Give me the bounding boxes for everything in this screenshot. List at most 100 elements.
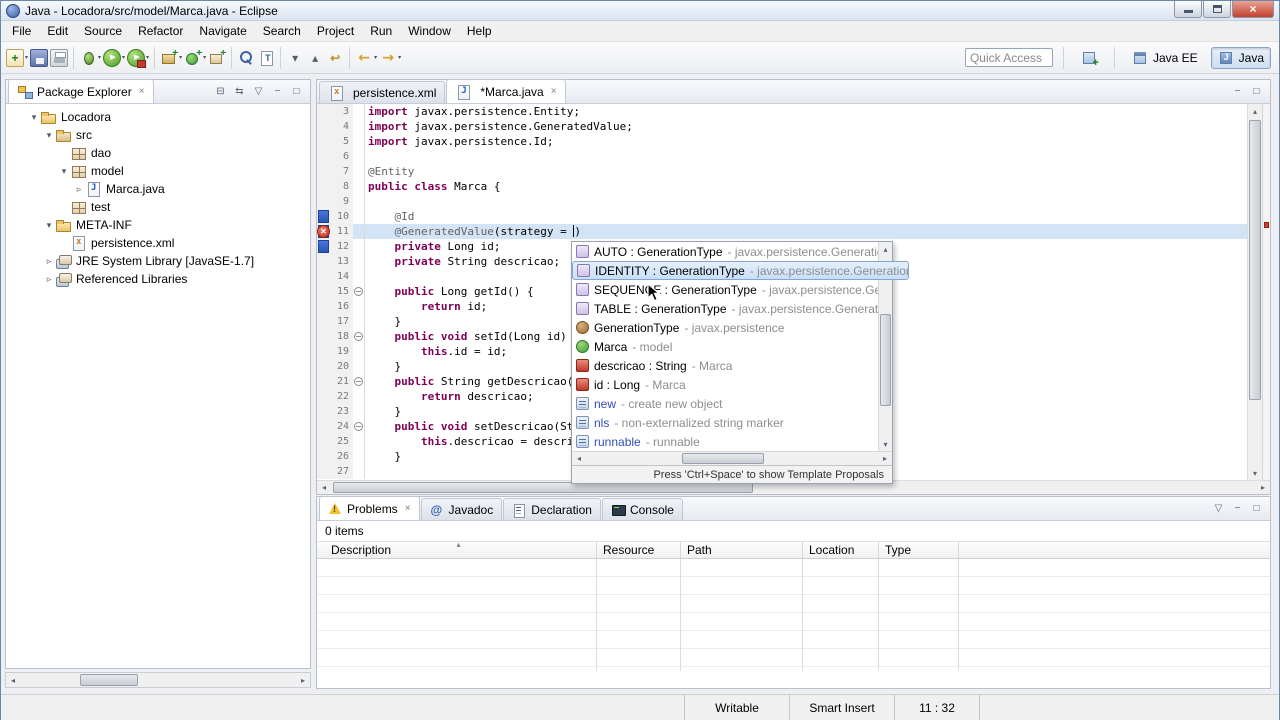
scroll-thumb[interactable]: [682, 453, 764, 464]
menu-navigate[interactable]: Navigate: [191, 22, 254, 40]
fold-collapse-icon[interactable]: [354, 332, 363, 341]
code-text[interactable]: public class Marca {: [365, 179, 1247, 194]
close-button[interactable]: ×: [1232, 1, 1274, 18]
assist-item-auto-generationtype[interactable]: AUTO : GenerationType - javax.persistenc…: [572, 242, 892, 261]
problems-table-body[interactable]: [317, 559, 1270, 671]
scroll-left-icon[interactable]: ◂: [317, 481, 331, 494]
quick-access-input[interactable]: [964, 48, 1053, 67]
title-bar[interactable]: Java - Locadora/src/model/Marca.java - E…: [1, 1, 1279, 21]
assist-item-generationtype[interactable]: GenerationType - javax.persistence: [572, 318, 892, 337]
open-perspective-button[interactable]: [1074, 47, 1104, 69]
forward-icon[interactable]: ▾: [378, 48, 402, 68]
tree-item-meta-inf[interactable]: ▾ META-INF: [6, 216, 310, 234]
menu-source[interactable]: Source: [76, 22, 130, 40]
run-icon[interactable]: ▾: [102, 48, 126, 68]
code-line-7[interactable]: 7 @Entity: [317, 164, 1247, 179]
code-line-5[interactable]: 5 import javax.persistence.Id;: [317, 134, 1247, 149]
maximize-button[interactable]: [1203, 1, 1231, 18]
column-header-type[interactable]: Type: [879, 542, 959, 558]
perspective-java-ee-button[interactable]: Java EE: [1125, 47, 1205, 69]
search-icon[interactable]: [236, 48, 256, 68]
tree-item-model[interactable]: ▾ model: [6, 162, 310, 180]
column-header-path[interactable]: Path: [681, 542, 803, 558]
tree-item-test[interactable]: test: [6, 198, 310, 216]
menu-search[interactable]: Search: [255, 22, 309, 40]
scroll-thumb[interactable]: [80, 674, 138, 686]
expand-arrow-icon[interactable]: ▹: [73, 184, 85, 195]
code-text[interactable]: [365, 194, 1247, 209]
error-overview-mark[interactable]: [1264, 222, 1269, 228]
code-text[interactable]: @GeneratedValue(strategy = ): [365, 224, 1247, 239]
scroll-right-icon[interactable]: ▸: [296, 673, 310, 687]
fold-collapse-icon[interactable]: [354, 287, 363, 296]
close-view-icon[interactable]: ×: [139, 86, 145, 97]
scroll-left-icon[interactable]: ◂: [6, 673, 20, 687]
new-java-class-icon[interactable]: ▾: [183, 48, 207, 68]
editor-tab-marca-java[interactable]: *Marca.java ×: [446, 79, 566, 103]
dropdown-arrow-icon[interactable]: ▾: [203, 54, 206, 61]
scroll-track[interactable]: [1248, 118, 1262, 466]
tab-declaration[interactable]: Declaration: [503, 498, 601, 520]
collapse-all-icon[interactable]: ⊟: [212, 84, 229, 99]
maximize-icon[interactable]: □: [1248, 84, 1265, 99]
tree-item-src[interactable]: ▾ src: [6, 126, 310, 144]
view-menu-icon[interactable]: ▽: [250, 84, 267, 99]
assist-item-nls[interactable]: nls - non-externalized string marker: [572, 413, 892, 432]
code-line-10[interactable]: 10 @Id: [317, 209, 1247, 224]
scroll-thumb[interactable]: [880, 314, 891, 406]
new-wizard-icon[interactable]: ▾: [5, 48, 29, 68]
open-type-icon[interactable]: [256, 48, 276, 68]
code-text[interactable]: @Id: [365, 209, 1247, 224]
scroll-right-icon[interactable]: ▸: [1256, 481, 1270, 494]
editor-tab-persistence-xml[interactable]: persistence.xml: [319, 81, 446, 103]
code-text[interactable]: import javax.persistence.Id;: [365, 134, 1247, 149]
menu-file[interactable]: File: [4, 22, 39, 40]
assist-item-sequence-generationtype[interactable]: SEQUENCE : GenerationType - javax.persis…: [572, 280, 892, 299]
dropdown-arrow-icon[interactable]: ▾: [179, 54, 182, 61]
code-line-6[interactable]: 6: [317, 149, 1247, 164]
overview-ruler[interactable]: [1262, 104, 1270, 480]
assist-item-identity-generationtype[interactable]: IDENTITY : GenerationType - javax.persis…: [572, 261, 909, 280]
minimize-button[interactable]: [1174, 1, 1202, 18]
menu-refactor[interactable]: Refactor: [130, 22, 191, 40]
assist-item-id-long[interactable]: id : Long - Marca: [572, 375, 892, 394]
expand-arrow-icon[interactable]: ▾: [43, 130, 55, 141]
dropdown-arrow-icon[interactable]: ▾: [25, 54, 28, 61]
code-line-8[interactable]: 8 public class Marca {: [317, 179, 1247, 194]
scroll-track[interactable]: [20, 673, 296, 687]
save-icon[interactable]: [29, 48, 49, 68]
assist-item-runnable[interactable]: runnable - runnable: [572, 432, 892, 451]
assist-horizontal-scrollbar[interactable]: ◂ ▸: [572, 451, 892, 465]
explorer-horizontal-scrollbar[interactable]: ◂ ▸: [5, 672, 311, 688]
tab-problems[interactable]: Problems ×: [319, 496, 420, 520]
maximize-icon[interactable]: □: [288, 84, 305, 99]
dropdown-arrow-icon[interactable]: ▾: [398, 54, 401, 61]
assist-item-table-generationtype[interactable]: TABLE : GenerationType - javax.persisten…: [572, 299, 892, 318]
code-text[interactable]: import javax.persistence.GeneratedValue;: [365, 119, 1247, 134]
error-marker-icon[interactable]: ✕: [317, 225, 330, 238]
dropdown-arrow-icon[interactable]: ▾: [98, 54, 101, 61]
menu-window[interactable]: Window: [400, 22, 459, 40]
perspective-java-button[interactable]: Java: [1210, 46, 1271, 69]
view-menu-icon[interactable]: ▽: [1210, 501, 1227, 516]
scroll-up-icon[interactable]: ▴: [1248, 104, 1262, 118]
scroll-track[interactable]: [586, 452, 878, 465]
tab-console[interactable]: Console: [601, 498, 683, 520]
scroll-down-icon[interactable]: ▾: [879, 437, 892, 451]
run-external-icon[interactable]: ▾: [126, 48, 150, 68]
scroll-right-icon[interactable]: ▸: [878, 452, 892, 465]
menu-run[interactable]: Run: [362, 22, 400, 40]
tree-item-dao[interactable]: dao: [6, 144, 310, 162]
assist-item-descricao-string[interactable]: descricao : String - Marca: [572, 356, 892, 375]
expand-arrow-icon[interactable]: ▾: [58, 166, 70, 177]
code-text[interactable]: import javax.persistence.Entity;: [365, 104, 1247, 119]
debug-icon[interactable]: ▾: [78, 48, 102, 68]
expand-arrow-icon[interactable]: ▹: [43, 256, 55, 267]
column-header-description[interactable]: Description ▴: [317, 540, 597, 558]
scroll-track[interactable]: [879, 256, 892, 437]
maximize-icon[interactable]: □: [1248, 501, 1265, 516]
dropdown-arrow-icon[interactable]: ▾: [122, 54, 125, 61]
tab-javadoc[interactable]: Javadoc: [420, 498, 503, 520]
next-annotation-icon[interactable]: [285, 48, 305, 68]
scroll-thumb[interactable]: [1249, 120, 1261, 400]
